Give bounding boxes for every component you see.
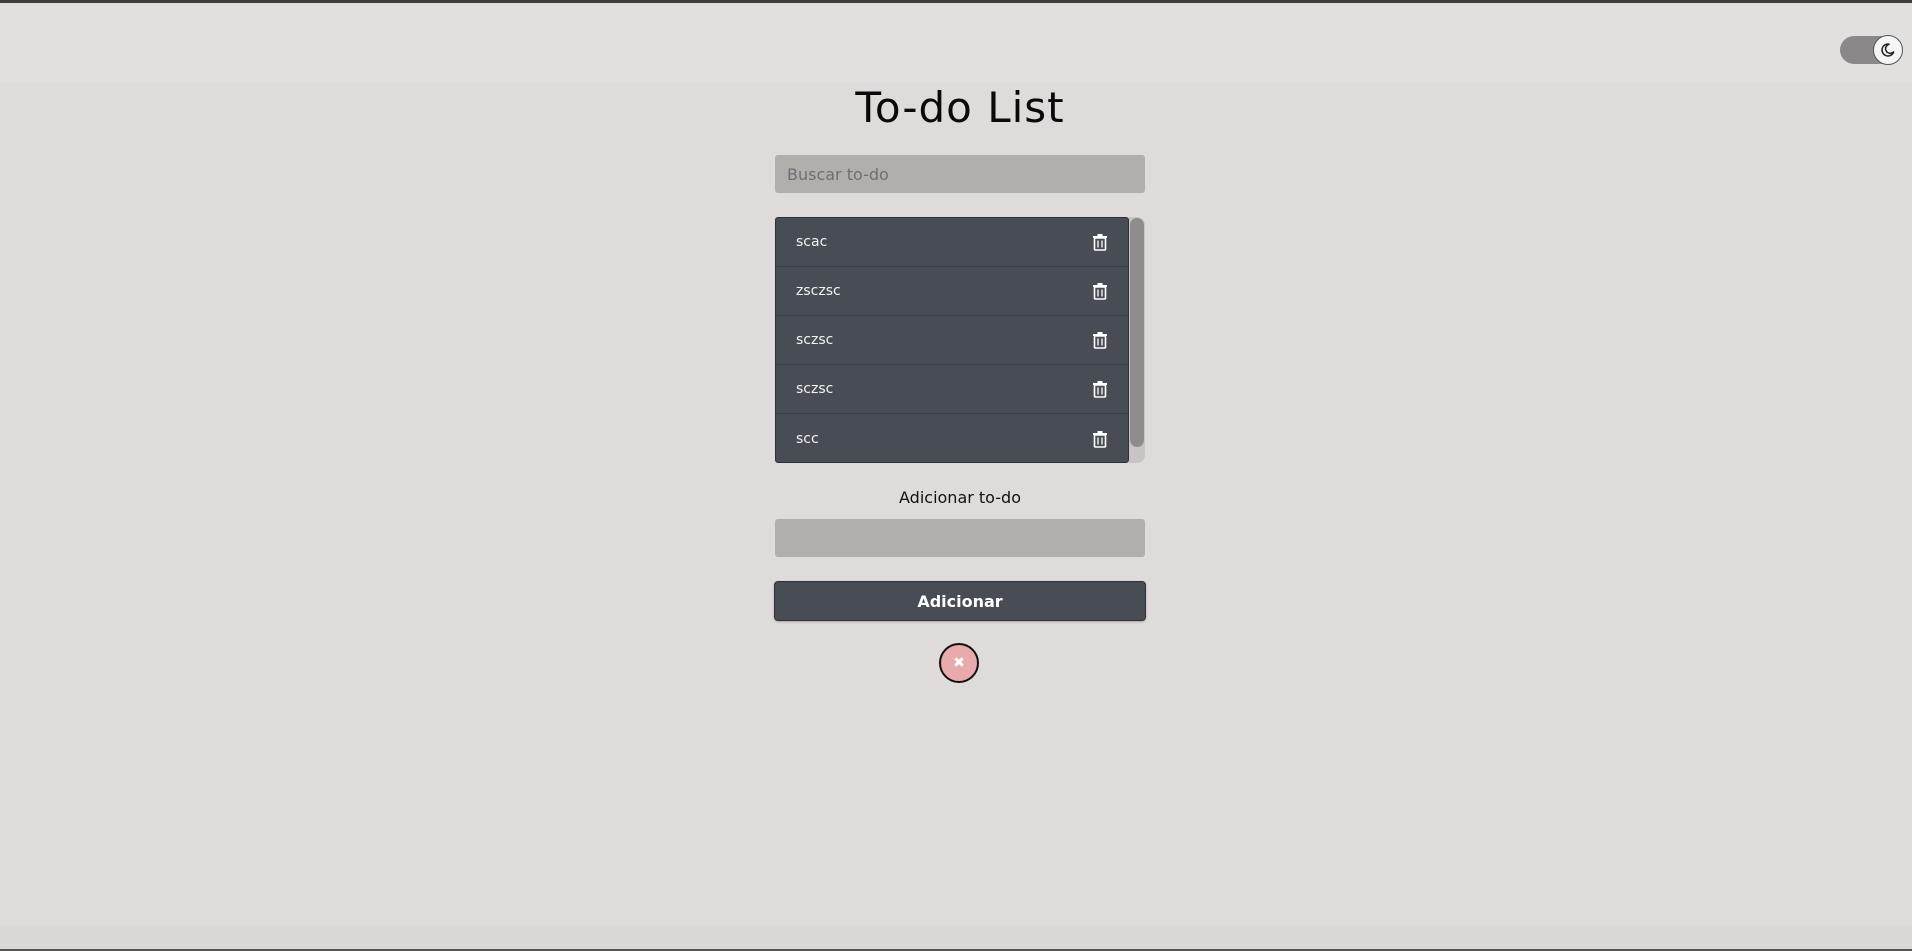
page-title: To-do List	[855, 83, 1065, 132]
todo-text: sczsc	[796, 381, 834, 397]
trash-icon[interactable]	[1092, 282, 1108, 300]
clear-button[interactable]: ✖	[939, 643, 979, 683]
todo-text: scc	[796, 430, 819, 447]
trash-icon[interactable]	[1092, 331, 1108, 349]
trash-icon[interactable]	[1092, 380, 1108, 398]
list-item: scac	[776, 218, 1128, 267]
list-item: sczsc	[776, 365, 1128, 414]
search-input[interactable]	[775, 155, 1145, 193]
scrollbar-thumb[interactable]	[1130, 218, 1144, 447]
theme-toggle-knob[interactable]	[1873, 35, 1903, 65]
trash-icon[interactable]	[1092, 233, 1108, 251]
trash-icon[interactable]	[1092, 430, 1108, 448]
todo-list: scac zsczsc sczsc sczsc scc	[775, 217, 1129, 463]
todo-text: scac	[796, 234, 828, 250]
close-icon: ✖	[953, 655, 965, 671]
add-button[interactable]: Adicionar	[774, 581, 1146, 621]
list-item: scc	[776, 414, 1128, 462]
moon-icon	[1881, 43, 1895, 57]
add-todo-input[interactable]	[775, 519, 1145, 557]
list-item: sczsc	[776, 316, 1128, 365]
add-todo-label: Adicionar to-do	[899, 488, 1021, 507]
header	[0, 3, 1912, 83]
todo-text: sczsc	[796, 332, 834, 348]
list-item: zsczsc	[776, 267, 1128, 316]
todo-list-scrollbar[interactable]	[1129, 217, 1145, 463]
todo-text: zsczsc	[796, 283, 841, 299]
bottom-bar	[0, 925, 1912, 951]
theme-toggle[interactable]	[1840, 35, 1903, 65]
